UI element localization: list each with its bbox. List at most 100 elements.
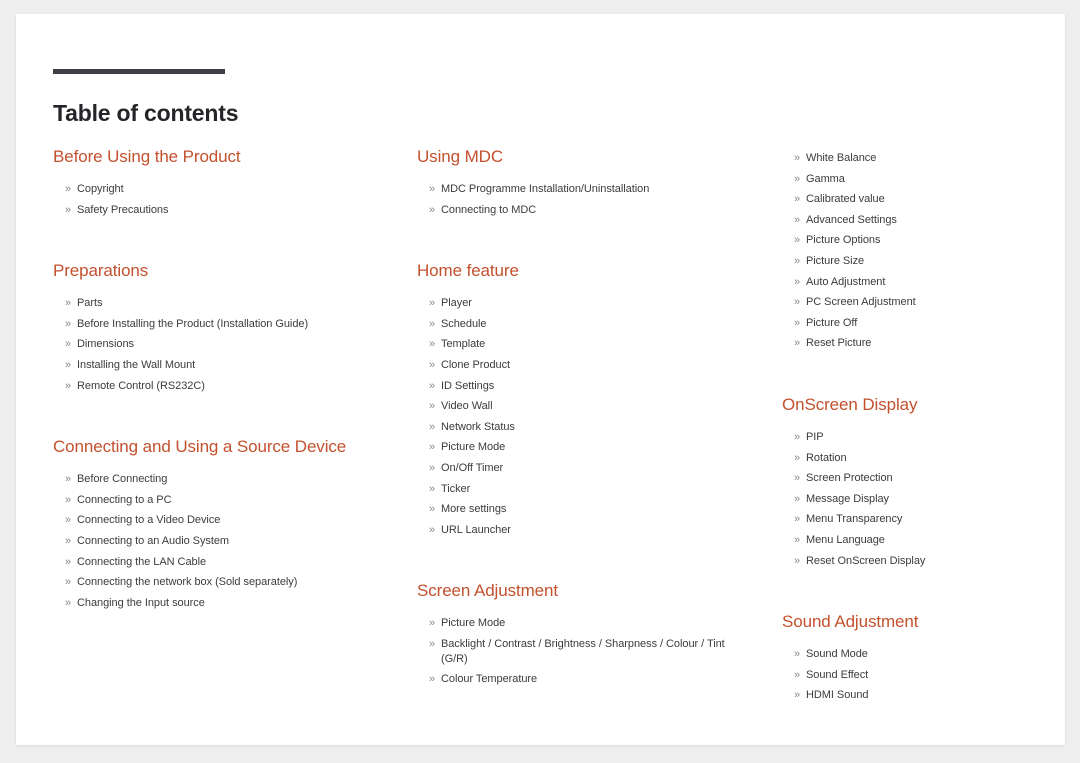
toc-entry[interactable]: » Reset Picture: [782, 336, 1062, 351]
toc-entry-label: Gamma: [806, 172, 845, 185]
toc-entry[interactable]: » Connecting to an Audio System: [53, 534, 373, 549]
toc-entry[interactable]: » PIP: [782, 430, 1062, 445]
toc-entry[interactable]: » Remote Control (RS232C): [53, 379, 373, 394]
toc-entry[interactable]: » Backlight / Contrast / Brightness / Sha…: [417, 637, 727, 666]
toc-entry[interactable]: » Template: [417, 337, 727, 352]
toc-entry-label: Before Installing the Product (Installat…: [77, 317, 309, 330]
toc-item-list: » PIP » Rotation » Screen Protection » Message …: [782, 430, 1062, 568]
page-title: Table of contents: [53, 100, 239, 127]
toc-entry[interactable]: » White Balance: [782, 151, 1062, 166]
toc-entry[interactable]: » Connecting to MDC: [417, 203, 727, 218]
toc-entry[interactable]: » Picture Mode: [417, 440, 727, 455]
guillemet-bullet-icon: »: [794, 451, 801, 464]
toc-entry[interactable]: » Changing the Input source: [53, 596, 373, 611]
toc-entry-label: Connecting the LAN Cable: [77, 555, 207, 568]
toc-entry-label: Picture Size: [806, 254, 865, 267]
toc-item-list: » Parts » Before Installing the Product (In…: [53, 296, 373, 393]
toc-entry[interactable]: » URL Launcher: [417, 523, 727, 538]
toc-entry[interactable]: » Connecting to a Video Device: [53, 513, 373, 528]
toc-entry[interactable]: » HDMI Sound: [782, 688, 1062, 703]
toc-entry[interactable]: » Auto Adjustment: [782, 275, 1062, 290]
toc-entry-label: Colour Temperature: [441, 673, 538, 686]
toc-entry[interactable]: » PC Screen Adjustment: [782, 295, 1062, 310]
toc-entry[interactable]: » Installing the Wall Mount: [53, 358, 373, 373]
guillemet-bullet-icon: »: [429, 379, 436, 392]
toc-entry[interactable]: » MDC Programme Installation/Uninstallati…: [417, 182, 727, 197]
heading-spacer: [417, 168, 727, 176]
toc-entry[interactable]: » Menu Language: [782, 533, 1062, 548]
toc-entry-label: Schedule: [441, 317, 487, 330]
toc-entry[interactable]: » Rotation: [782, 451, 1062, 466]
toc-entry[interactable]: » On/Off Timer: [417, 461, 727, 476]
guillemet-bullet-icon: »: [65, 473, 72, 486]
toc-entry[interactable]: » Before Installing the Product (Installa…: [53, 317, 373, 332]
toc-entry[interactable]: » ID Settings: [417, 379, 727, 394]
toc-entry[interactable]: » Advanced Settings: [782, 213, 1062, 228]
toc-entry-label: Picture Off: [806, 316, 858, 329]
guillemet-bullet-icon: »: [794, 554, 801, 567]
guillemet-bullet-icon: »: [429, 461, 436, 474]
guillemet-bullet-icon: »: [65, 596, 72, 609]
toc-entry-label: Clone Product: [441, 358, 511, 371]
toc-entry-label: Menu Language: [806, 533, 885, 546]
toc-entry[interactable]: » Connecting the network box (Sold separa…: [53, 575, 373, 590]
toc-entry[interactable]: » Colour Temperature: [417, 672, 727, 687]
toc-entry[interactable]: » Picture Options: [782, 233, 1062, 248]
section-heading[interactable]: Home feature: [417, 259, 727, 282]
toc-entry[interactable]: » Screen Protection: [782, 471, 1062, 486]
toc-entry[interactable]: » Ticker: [417, 482, 727, 497]
guillemet-bullet-icon: »: [794, 254, 801, 267]
guillemet-bullet-icon: »: [429, 358, 436, 371]
heading-spacer: [417, 602, 727, 610]
toc-entry-label: Screen Protection: [806, 472, 893, 485]
toc-entry[interactable]: » Safety Precautions: [53, 203, 373, 218]
toc-entry[interactable]: » Video Wall: [417, 399, 727, 414]
toc-entry[interactable]: » Calibrated value: [782, 192, 1062, 207]
toc-entry[interactable]: » Dimensions: [53, 337, 373, 352]
toc-entry[interactable]: » Parts: [53, 296, 373, 311]
toc-entry[interactable]: » Clone Product: [417, 358, 727, 373]
toc-entry[interactable]: » Network Status: [417, 420, 727, 435]
section-heading[interactable]: Screen Adjustment: [417, 579, 727, 602]
heading-spacer: [782, 416, 1062, 424]
guillemet-bullet-icon: »: [429, 400, 436, 413]
toc-entry-label: Menu Transparency: [806, 513, 903, 526]
toc-entry[interactable]: » Picture Mode: [417, 616, 727, 631]
toc-entry[interactable]: » Message Display: [782, 492, 1062, 507]
toc-entry[interactable]: » Before Connecting: [53, 472, 373, 487]
toc-entry[interactable]: » Connecting the LAN Cable: [53, 555, 373, 570]
section-heading[interactable]: Before Using the Product: [53, 145, 373, 168]
toc-entry[interactable]: » More settings: [417, 502, 727, 517]
guillemet-bullet-icon: »: [65, 576, 72, 589]
section-heading[interactable]: Using MDC: [417, 145, 727, 168]
toc-entry[interactable]: » Picture Off: [782, 316, 1062, 331]
toc-entry[interactable]: » Sound Effect: [782, 668, 1062, 683]
toc-entry-label: Player: [441, 297, 472, 310]
guillemet-bullet-icon: »: [65, 379, 72, 392]
toc-entry-label: Remote Control (RS232C): [77, 379, 205, 392]
guillemet-bullet-icon: »: [429, 503, 436, 516]
toc-item-list: » Before Connecting » Connecting to a PC » Co…: [53, 472, 373, 610]
toc-entry[interactable]: » Copyright: [53, 182, 373, 197]
toc-entry[interactable]: » Sound Mode: [782, 647, 1062, 662]
toc-entry[interactable]: » Player: [417, 296, 727, 311]
toc-entry-label: PC Screen Adjustment: [806, 296, 916, 309]
toc-entry[interactable]: » Connecting to a PC: [53, 493, 373, 508]
section-heading[interactable]: Preparations: [53, 259, 373, 282]
section-heading[interactable]: Sound Adjustment: [782, 610, 1062, 633]
toc-entry[interactable]: » Gamma: [782, 172, 1062, 187]
guillemet-bullet-icon: »: [65, 317, 72, 330]
toc-section: Preparations » Parts » Before Installing the…: [53, 259, 373, 393]
toc-entry[interactable]: » Schedule: [417, 317, 727, 332]
contents-column-3: » White Balance » Gamma » Calibrated value » Ad…: [782, 145, 1062, 703]
section-heading[interactable]: OnScreen Display: [782, 393, 1062, 416]
toc-entry-label: Calibrated value: [806, 193, 885, 206]
guillemet-bullet-icon: »: [429, 523, 436, 536]
toc-item-list: » White Balance » Gamma » Calibrated value » Ad…: [782, 151, 1062, 351]
guillemet-bullet-icon: »: [429, 297, 436, 310]
section-heading[interactable]: Connecting and Using a Source Device: [53, 435, 373, 458]
toc-entry[interactable]: » Picture Size: [782, 254, 1062, 269]
toc-entry[interactable]: » Menu Transparency: [782, 512, 1062, 527]
toc-entry[interactable]: » Reset OnScreen Display: [782, 554, 1062, 569]
